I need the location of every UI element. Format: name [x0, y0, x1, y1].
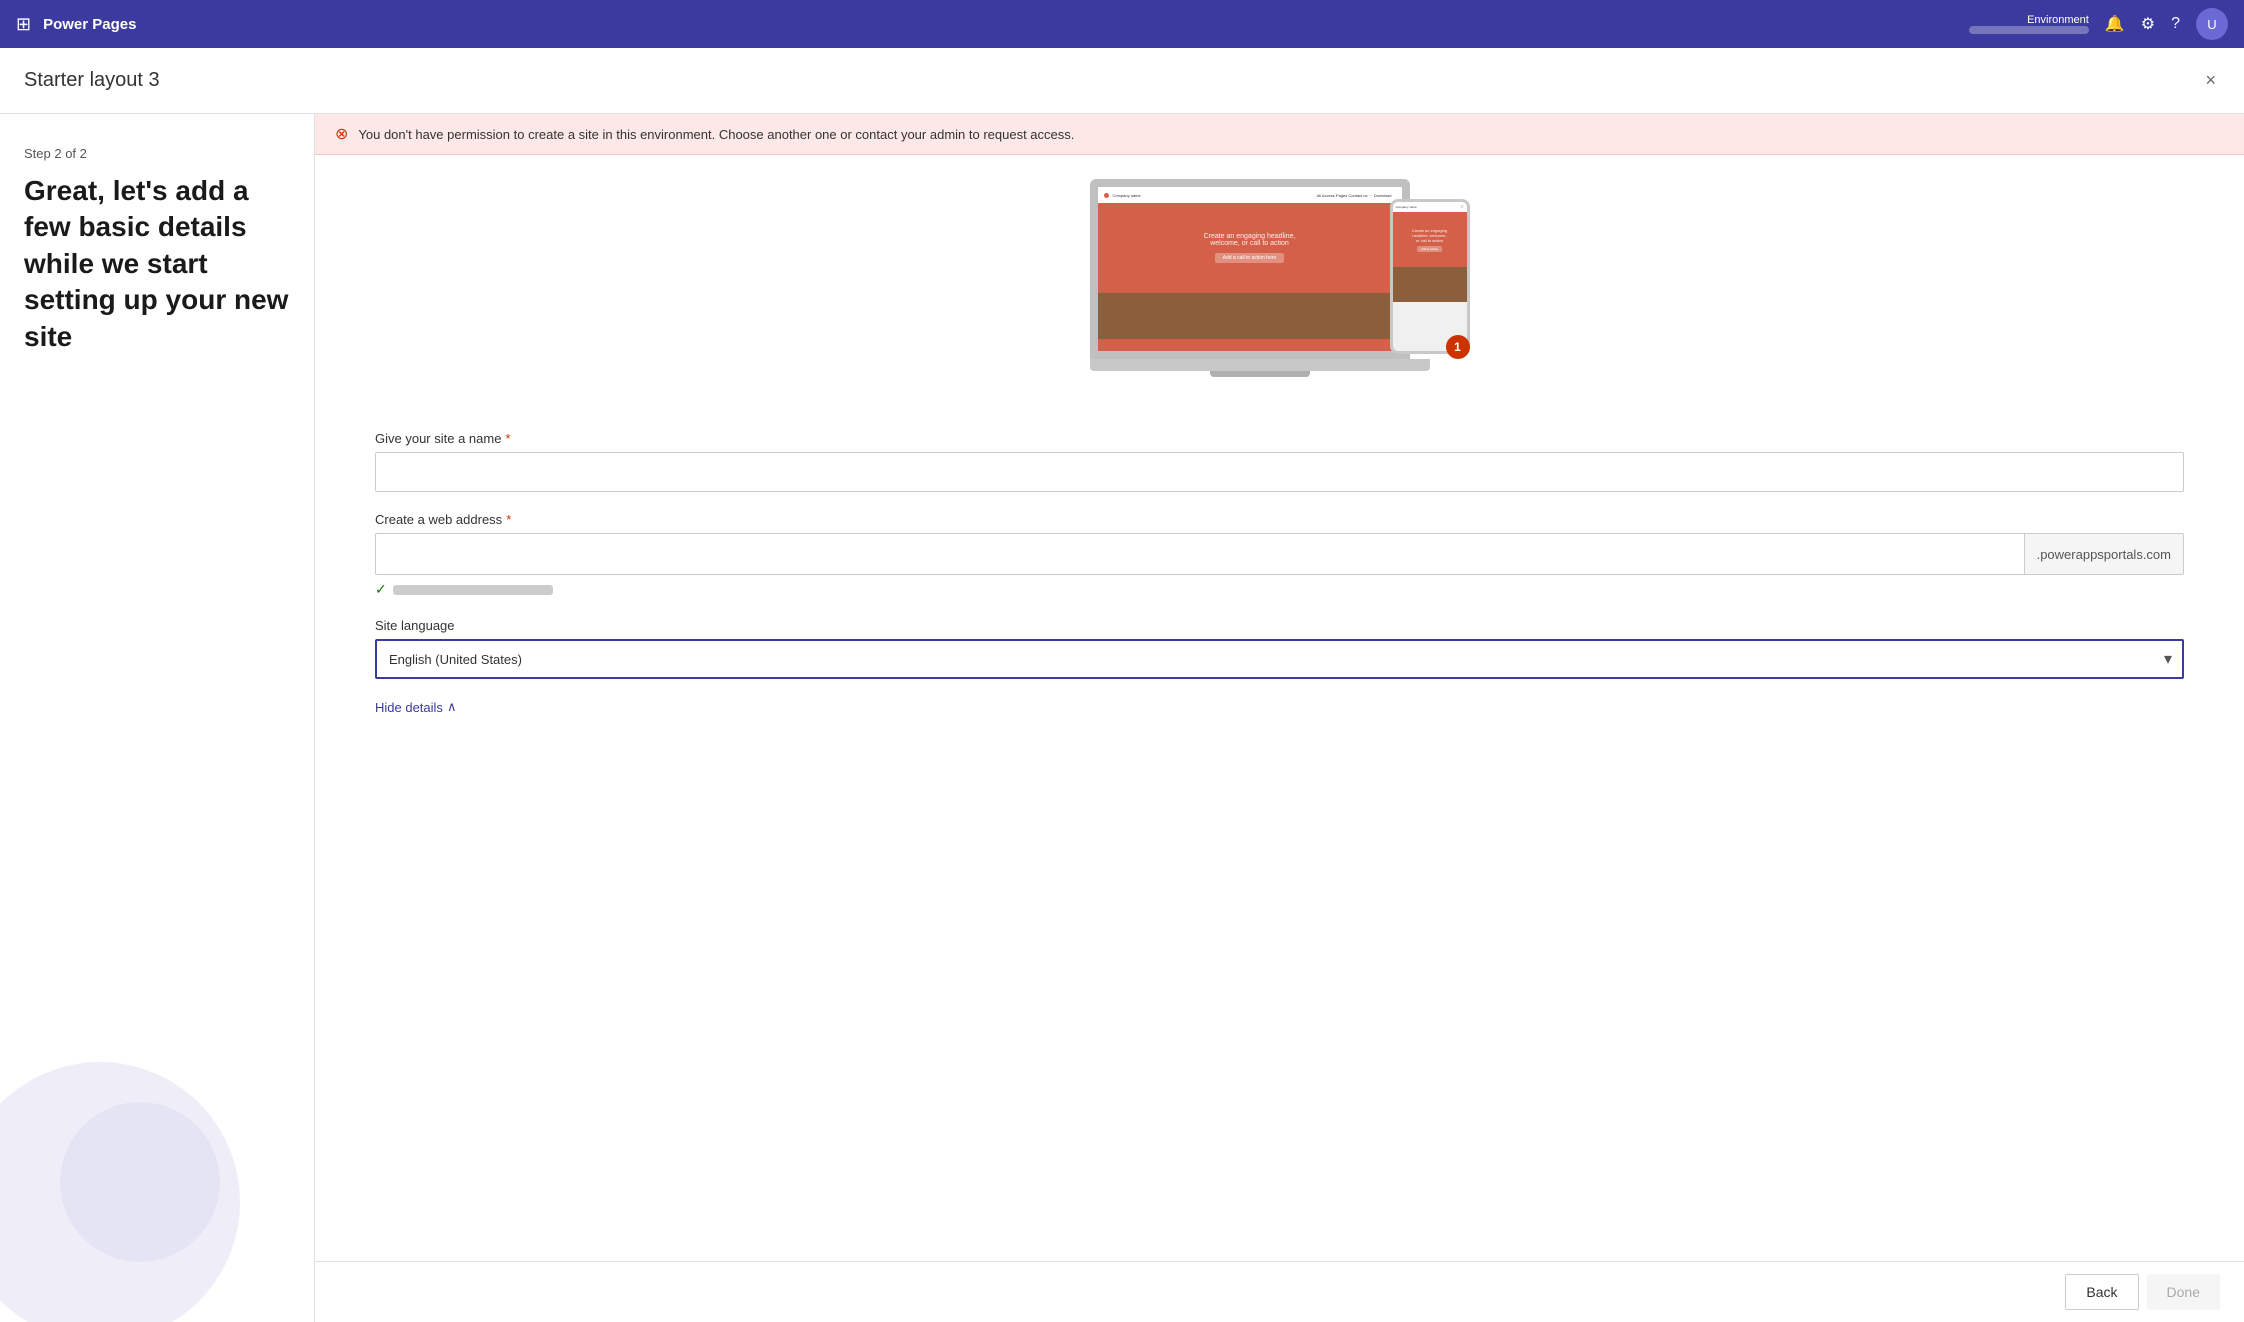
mobile-notification-badge: 1 — [1446, 335, 1470, 359]
sidebar-decoration2 — [60, 1102, 220, 1262]
mobile-hero-text: Create an engagingheadline, welcome,or c… — [1412, 228, 1447, 243]
left-sidebar: Step 2 of 2 Great, let's add a few basic… — [0, 114, 315, 1322]
language-label: Site language — [375, 618, 2184, 633]
error-message: You don't have permission to create a si… — [358, 127, 1074, 142]
notification-icon[interactable]: 🔔 — [2105, 14, 2125, 34]
error-banner: ⊗ You don't have permission to create a … — [315, 114, 2244, 155]
right-content: ⊗ You don't have permission to create a … — [315, 114, 2244, 1322]
done-button: Done — [2147, 1274, 2220, 1310]
required-indicator-2: * — [506, 512, 511, 527]
laptop-hero: Create an engaging headline,welcome, or … — [1098, 203, 1402, 293]
step-heading: Great, let's add a few basic details whi… — [24, 173, 290, 355]
validation-text — [393, 585, 553, 595]
nav-right: Environment 🔔 ⚙ ? U — [1969, 8, 2228, 40]
environment-selector[interactable]: Environment — [1969, 14, 2089, 34]
web-address-label: Create a web address * — [375, 512, 2184, 527]
web-address-suffix: .powerappsportals.com — [2024, 534, 2183, 574]
bottom-bar: Back Done — [315, 1261, 2244, 1322]
language-select[interactable]: English (United States) French (France) … — [375, 639, 2184, 679]
laptop-company-name: Company name — [1113, 193, 1313, 198]
web-address-row: .powerappsportals.com — [375, 533, 2184, 575]
laptop-base — [1090, 359, 1430, 371]
check-icon: ✓ — [375, 581, 387, 598]
mobile-nav-bar: Company name ☰ — [1393, 202, 1467, 212]
mobile-menu-icon: ☰ — [1461, 205, 1464, 209]
language-select-wrapper: English (United States) French (France) … — [375, 639, 2184, 679]
error-icon: ⊗ — [335, 124, 348, 144]
waffle-icon[interactable]: ⊞ — [16, 14, 31, 35]
preview-mockup: Company name All Access Pages Contact us… — [1090, 179, 1470, 399]
avatar[interactable]: U — [2196, 8, 2228, 40]
main-content: Step 2 of 2 Great, let's add a few basic… — [0, 114, 2244, 1322]
top-nav: ⊞ Power Pages Environment 🔔 ⚙ ? U — [0, 0, 2244, 48]
laptop-foot — [1210, 371, 1310, 377]
help-icon[interactable]: ? — [2171, 15, 2180, 33]
laptop-hero-text: Create an engaging headline,welcome, or … — [1204, 233, 1296, 247]
web-address-input[interactable] — [376, 534, 2024, 574]
site-name-field-group: Give your site a name * — [375, 431, 2184, 492]
back-button[interactable]: Back — [2065, 1274, 2138, 1310]
mobile-frame: Company name ☰ Create an engagingheadlin… — [1390, 199, 1470, 354]
mobile-hero: Create an engagingheadline, welcome,or c… — [1393, 212, 1467, 267]
language-field-group: Site language English (United States) Fr… — [375, 618, 2184, 679]
site-name-label: Give your site a name * — [375, 431, 2184, 446]
form-area: Company name All Access Pages Contact us… — [315, 155, 2244, 1261]
hide-details-button[interactable]: Hide details ∧ — [375, 699, 456, 715]
validation-row: ✓ — [375, 581, 2184, 598]
app-name: Power Pages — [43, 16, 136, 33]
gear-icon[interactable]: ⚙ — [2141, 14, 2155, 34]
mobile-cta-btn: Call to action — [1417, 246, 1442, 252]
web-address-field-group: Create a web address * .powerappsportals… — [375, 512, 2184, 598]
mobile-image-strip — [1393, 267, 1467, 302]
site-name-input[interactable] — [375, 452, 2184, 492]
laptop-mockup: Company name All Access Pages Contact us… — [1090, 179, 1430, 389]
laptop-cta-btn: Add a call to action here — [1215, 253, 1285, 263]
laptop-screen: Company name All Access Pages Contact us… — [1090, 179, 1410, 359]
laptop-logo-dot — [1104, 193, 1109, 198]
hide-details-label: Hide details — [375, 700, 443, 715]
page-title: Starter layout 3 — [24, 69, 160, 92]
laptop-nav-bar: Company name All Access Pages Contact us… — [1098, 187, 1402, 203]
chevron-up-icon: ∧ — [447, 699, 457, 715]
environment-label: Environment — [2027, 14, 2089, 26]
close-button[interactable]: × — [2201, 66, 2220, 95]
mobile-company-name: Company name — [1396, 205, 1461, 209]
environment-value — [1969, 26, 2089, 34]
required-indicator: * — [505, 431, 510, 446]
mobile-mockup: Company name ☰ Create an engagingheadlin… — [1390, 199, 1470, 359]
page-header: Starter layout 3 × — [0, 48, 2244, 114]
laptop-image-strip — [1098, 293, 1402, 339]
laptop-nav-items: All Access Pages Contact us ··· Download — [1317, 193, 1392, 198]
step-label: Step 2 of 2 — [24, 146, 290, 161]
preview-container: Company name All Access Pages Contact us… — [375, 179, 2184, 399]
